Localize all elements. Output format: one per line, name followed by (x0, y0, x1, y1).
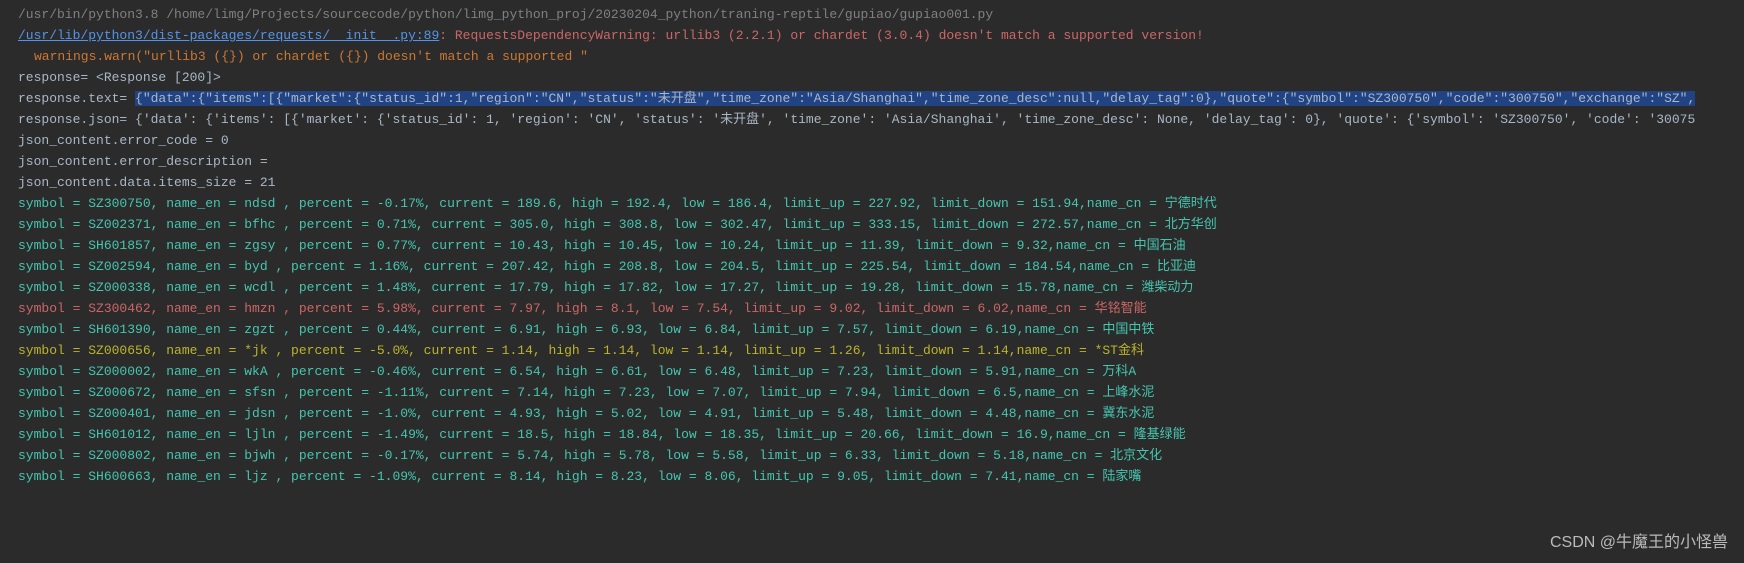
stock-row: symbol = SH601857, name_en = zgsy , perc… (0, 235, 1744, 256)
response-json-line: response.json= {'data': {'items': [{'mar… (0, 109, 1744, 130)
response-line: response= <Response [200]> (0, 67, 1744, 88)
error-code-line: json_content.error_code = 0 (0, 130, 1744, 151)
stock-row-highlight: symbol = SZ300462, name_en = hmzn , perc… (0, 298, 1744, 319)
stock-row: symbol = SZ002371, name_en = bfhc , perc… (0, 214, 1744, 235)
warnings-warn-line: warnings.warn("urllib3 ({}) or chardet (… (0, 46, 1744, 67)
warning-line: /usr/lib/python3/dist-packages/requests/… (0, 25, 1744, 46)
response-text-selection[interactable]: {"data":{"items":[{"market":{"status_id"… (135, 91, 1695, 106)
items-size-line: json_content.data.items_size = 21 (0, 172, 1744, 193)
warning-file-link[interactable]: /usr/lib/python3/dist-packages/requests/… (18, 28, 439, 43)
stock-row: symbol = SH601012, name_en = ljln , perc… (0, 424, 1744, 445)
response-text-prefix: response.text= (18, 91, 135, 106)
script-path: /usr/bin/python3.8 /home/limg/Projects/s… (0, 4, 1744, 25)
stock-row: symbol = SH601390, name_en = zgzt , perc… (0, 319, 1744, 340)
stock-row: symbol = SZ000338, name_en = wcdl , perc… (0, 277, 1744, 298)
warning-message: : RequestsDependencyWarning: urllib3 (2.… (439, 28, 1204, 43)
stock-row: symbol = SZ300750, name_en = ndsd , perc… (0, 193, 1744, 214)
watermark: CSDN @牛魔王的小怪兽 (1550, 532, 1728, 553)
stock-row: symbol = SZ000672, name_en = sfsn , perc… (0, 382, 1744, 403)
stock-row: symbol = SZ000401, name_en = jdsn , perc… (0, 403, 1744, 424)
response-text-line: response.text= {"data":{"items":[{"marke… (0, 88, 1744, 109)
stock-row: symbol = SH600663, name_en = ljz , perce… (0, 466, 1744, 487)
stock-row: symbol = SZ002594, name_en = byd , perce… (0, 256, 1744, 277)
stock-row: symbol = SZ000002, name_en = wkA , perce… (0, 361, 1744, 382)
error-description-line: json_content.error_description = (0, 151, 1744, 172)
stock-row-warning: symbol = SZ000656, name_en = *jk , perce… (0, 340, 1744, 361)
stock-row: symbol = SZ000802, name_en = bjwh , perc… (0, 445, 1744, 466)
